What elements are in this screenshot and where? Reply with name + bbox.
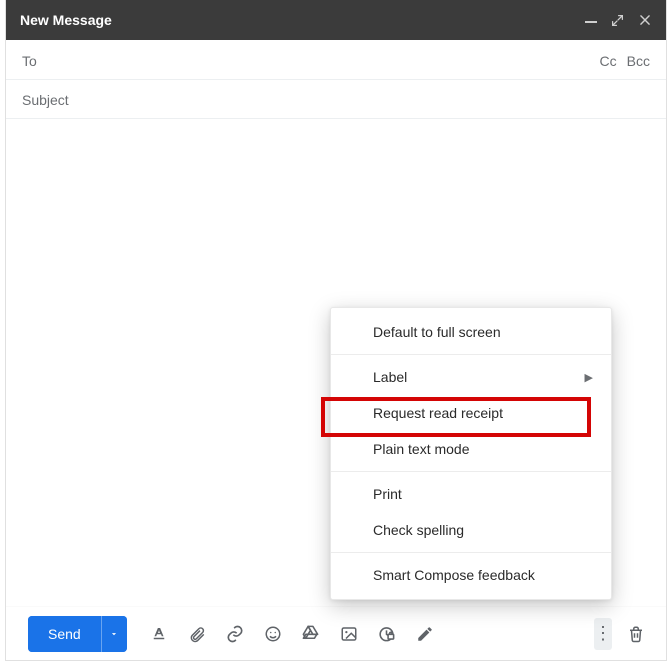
send-options-button[interactable] (101, 616, 127, 652)
menu-separator (331, 471, 611, 472)
menu-item-label: Smart Compose feedback (373, 567, 535, 583)
send-button-group: Send (28, 616, 127, 652)
compose-titlebar: New Message (6, 0, 666, 40)
menu-print[interactable]: Print (331, 476, 611, 512)
toolbar-right: ⋮ (594, 618, 646, 650)
menu-item-label: Request read receipt (373, 405, 503, 421)
chevron-right-icon: ▶ (585, 371, 593, 384)
insert-drive-icon[interactable] (301, 624, 321, 644)
confidential-mode-icon[interactable] (377, 624, 397, 644)
to-label: To (22, 53, 37, 69)
cc-bcc-group: Cc Bcc (600, 53, 650, 69)
insert-emoji-icon[interactable] (263, 624, 283, 644)
compose-toolbar: Send (6, 606, 666, 660)
send-button[interactable]: Send (28, 616, 101, 652)
cc-button[interactable]: Cc (600, 53, 617, 69)
minimize-icon[interactable] (585, 12, 597, 28)
more-options-menu: Default to full screen Label ▶ Request r… (330, 307, 612, 600)
menu-item-label: Default to full screen (373, 324, 501, 340)
menu-plain-text-mode[interactable]: Plain text mode (331, 431, 611, 467)
subject-field-row[interactable]: Subject (6, 80, 666, 119)
toolbar-icons (149, 624, 435, 644)
menu-check-spelling[interactable]: Check spelling (331, 512, 611, 548)
close-icon[interactable] (638, 13, 652, 27)
insert-signature-icon[interactable] (415, 624, 435, 644)
menu-item-label: Label (373, 369, 407, 385)
bcc-button[interactable]: Bcc (627, 53, 650, 69)
menu-item-label: Check spelling (373, 522, 464, 538)
menu-separator (331, 354, 611, 355)
to-field-row[interactable]: To Cc Bcc (6, 40, 666, 80)
expand-icon[interactable] (611, 14, 624, 27)
menu-item-label: Print (373, 486, 402, 502)
menu-separator (331, 552, 611, 553)
menu-default-full-screen[interactable]: Default to full screen (331, 314, 611, 350)
menu-label[interactable]: Label ▶ (331, 359, 611, 395)
insert-link-icon[interactable] (225, 624, 245, 644)
subject-placeholder: Subject (22, 92, 69, 108)
menu-smart-compose-feedback[interactable]: Smart Compose feedback (331, 557, 611, 593)
insert-photo-icon[interactable] (339, 624, 359, 644)
menu-item-label: Plain text mode (373, 441, 470, 457)
compose-title: New Message (20, 12, 112, 28)
discard-draft-icon[interactable] (626, 624, 646, 644)
formatting-icon[interactable] (149, 624, 169, 644)
window-controls (585, 12, 652, 28)
menu-request-read-receipt[interactable]: Request read receipt (331, 395, 611, 431)
attach-icon[interactable] (187, 624, 207, 644)
more-options-button[interactable]: ⋮ (594, 618, 612, 650)
